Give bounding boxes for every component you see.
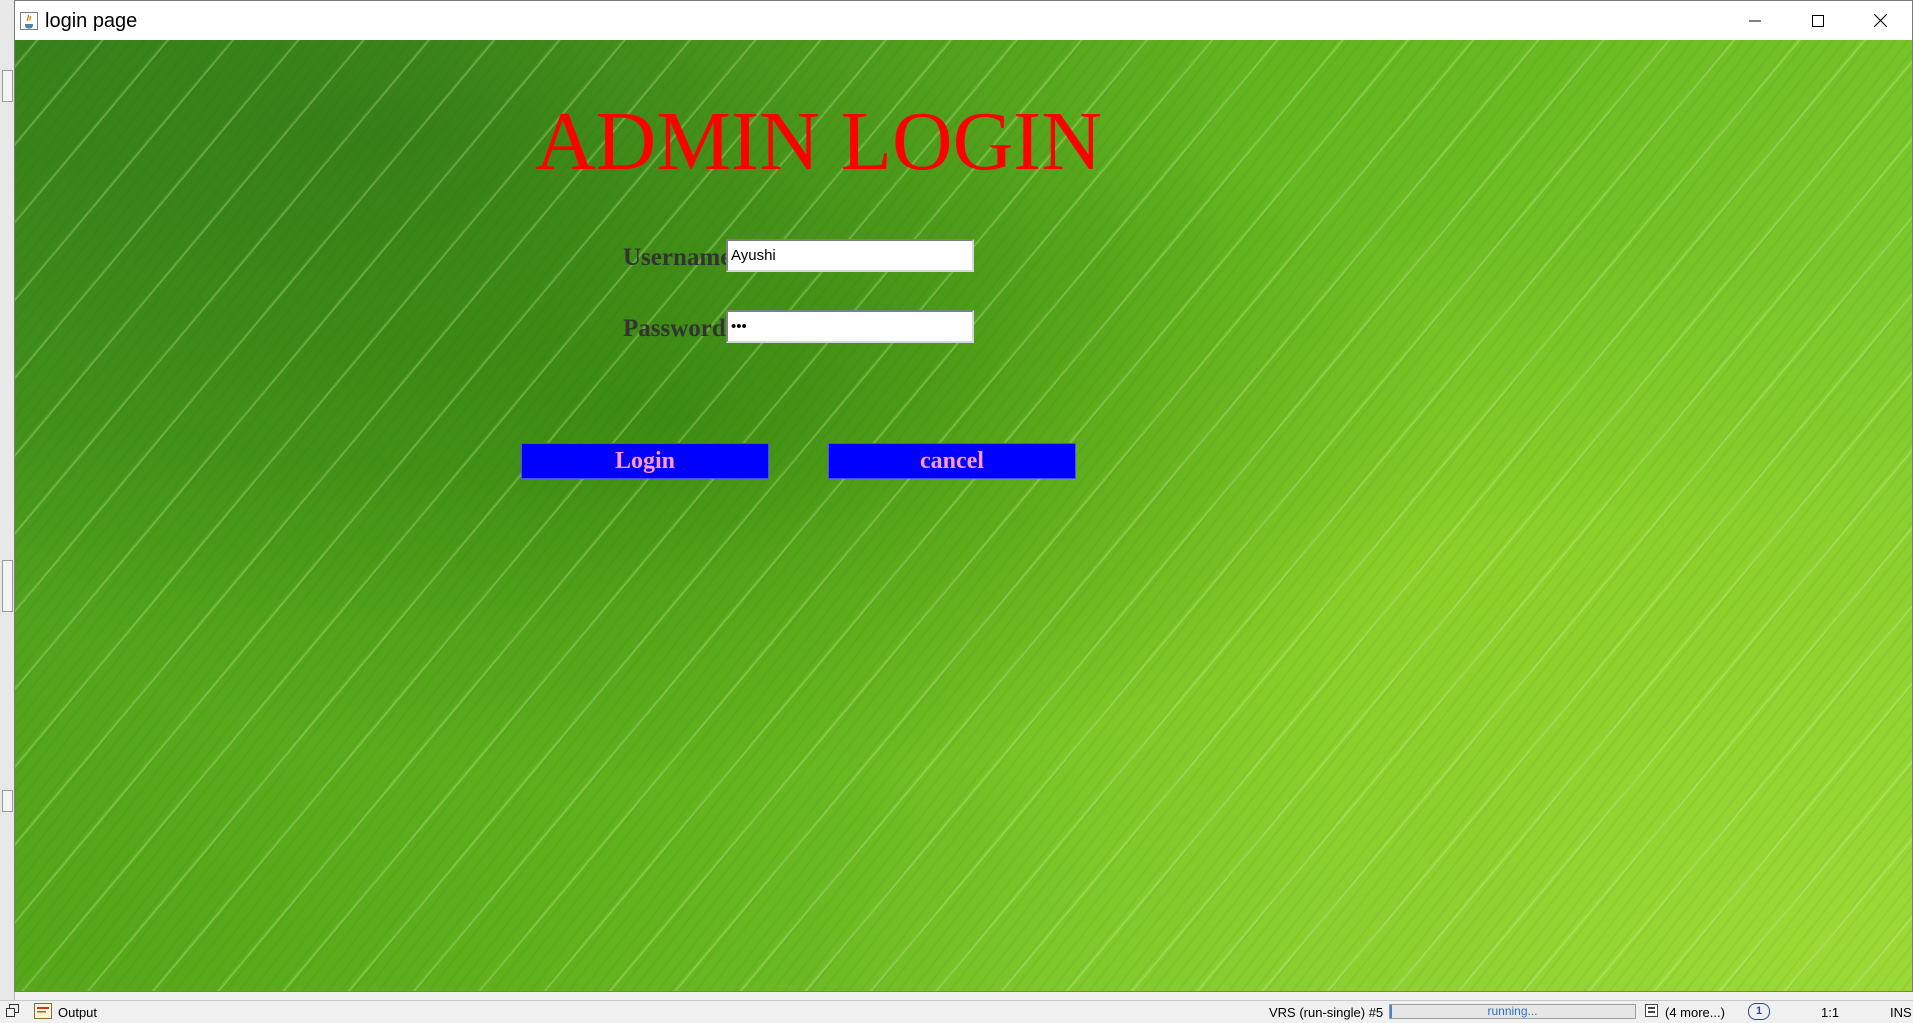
progress-text: running... bbox=[1487, 1004, 1538, 1018]
minimize-icon bbox=[1748, 20, 1761, 21]
running-task-label: VRS (run-single) #5 bbox=[1269, 1005, 1384, 1020]
maximize-icon bbox=[1811, 14, 1824, 27]
login-window: login page ADMIN LOGIN Username Password… bbox=[14, 0, 1913, 992]
more-tasks-link[interactable]: (4 more...) bbox=[1665, 1005, 1725, 1020]
password-input[interactable] bbox=[726, 310, 974, 343]
leaf-background: ADMIN LOGIN Username Password Login canc… bbox=[15, 40, 1912, 991]
window-title: login page bbox=[45, 10, 138, 32]
restore-window-icon[interactable] bbox=[6, 1004, 19, 1020]
task-list-icon[interactable] bbox=[1645, 1004, 1658, 1020]
ide-edge-tab bbox=[2, 560, 13, 612]
password-label: Password bbox=[623, 315, 726, 342]
notifications-badge[interactable]: 1 bbox=[1748, 1003, 1770, 1020]
ide-left-strip bbox=[0, 0, 15, 1000]
close-icon bbox=[1874, 14, 1887, 27]
output-window-icon bbox=[34, 1003, 52, 1022]
username-input[interactable] bbox=[726, 239, 974, 272]
username-label: Username bbox=[623, 244, 732, 271]
task-progress-bar[interactable]: running... bbox=[1389, 1004, 1636, 1019]
ide-status-bar: Output VRS (run-single) #5 running... (4… bbox=[0, 1000, 1913, 1023]
cursor-position: 1:1 bbox=[1821, 1005, 1840, 1020]
insert-mode-indicator: INS bbox=[1890, 1005, 1912, 1020]
login-button[interactable]: Login bbox=[521, 443, 769, 479]
minimize-button[interactable] bbox=[1723, 1, 1786, 40]
title-bar[interactable]: login page bbox=[15, 1, 1912, 40]
java-app-icon bbox=[19, 11, 39, 31]
progress-fill bbox=[1390, 1005, 1392, 1018]
cancel-button[interactable]: cancel bbox=[828, 443, 1076, 479]
close-button[interactable] bbox=[1849, 1, 1912, 40]
maximize-button[interactable] bbox=[1786, 1, 1849, 40]
page-heading: ADMIN LOGIN bbox=[535, 95, 1102, 188]
output-tab-label[interactable]: Output bbox=[58, 1005, 97, 1020]
ide-edge-tab bbox=[2, 70, 13, 102]
ide-edge-tab bbox=[2, 790, 13, 812]
